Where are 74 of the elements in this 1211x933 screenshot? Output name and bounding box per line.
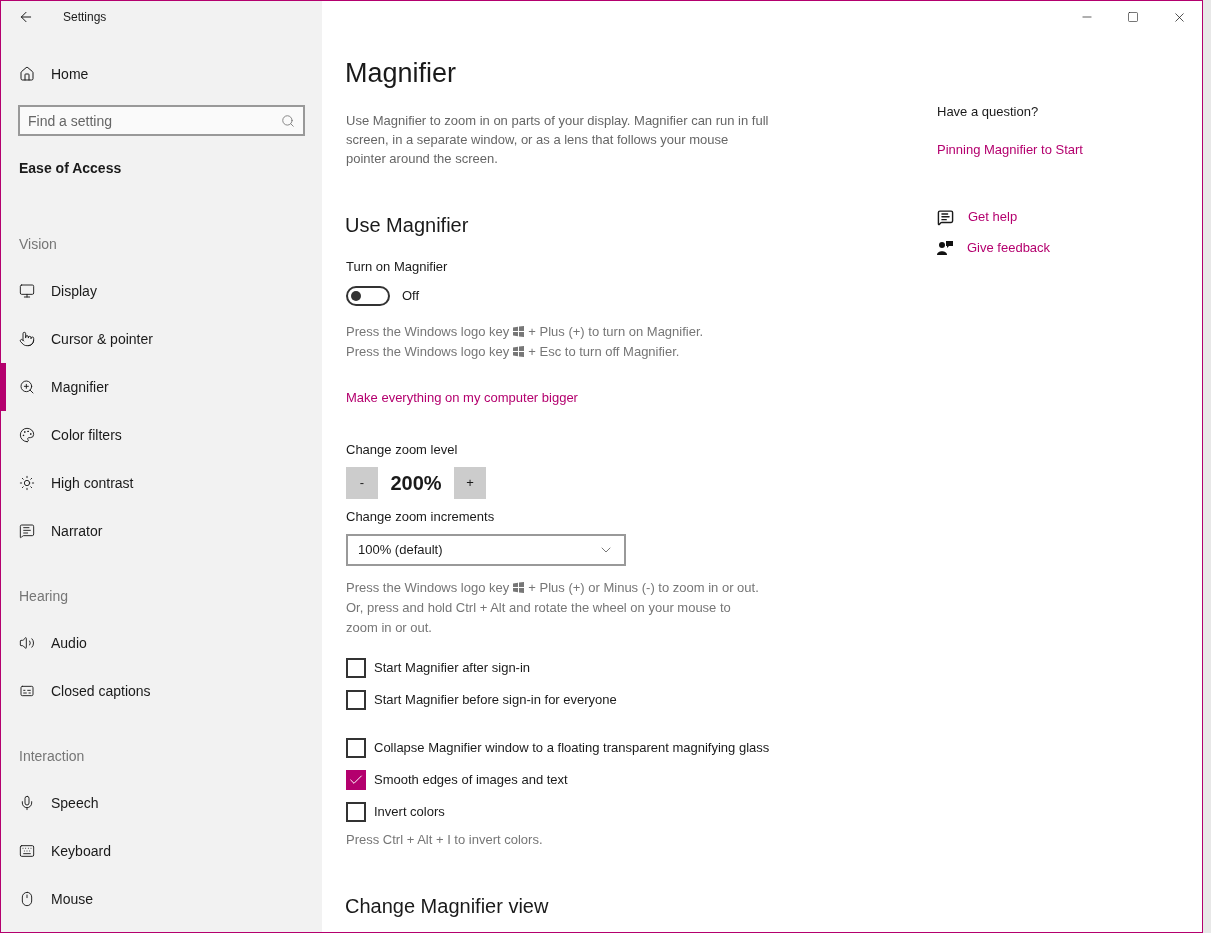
window-title: Settings (63, 9, 107, 25)
checkbox[interactable] (346, 690, 366, 710)
checkbox-label: Invert colors (374, 803, 445, 821)
checkbox[interactable] (346, 658, 366, 678)
speaker-icon (19, 635, 35, 651)
bigger-link[interactable]: Make everything on my computer bigger (346, 390, 578, 405)
help-question: Have a question? (937, 103, 1040, 121)
nav-item[interactable]: Magnifier (1, 363, 322, 411)
search-field[interactable]: Find a setting (18, 105, 305, 136)
magnifier-icon (19, 379, 35, 395)
back-arrow-icon (18, 9, 34, 25)
palette-icon (19, 427, 35, 443)
help-action-link[interactable]: Give feedback (967, 238, 1051, 258)
toggle-state: Off (402, 287, 420, 306)
increments-label: Change zoom increments (345, 508, 496, 526)
zoom-label: Change zoom level (345, 441, 459, 459)
zoom-out-button[interactable]: - (346, 467, 378, 499)
checkbox-label: Start Magnifier after sign-in (374, 659, 531, 677)
keyboard-icon (19, 843, 35, 859)
checkbox-label: Start Magnifier before sign-in for everyone (374, 691, 617, 709)
increments-dropdown[interactable]: 100% (default) (346, 534, 626, 566)
checkbox-label: Collapse Magnifier window to a floating transparent magnifying glass (374, 739, 770, 757)
nav-item[interactable]: Audio (1, 619, 322, 667)
zoom-in-button[interactable]: + (454, 467, 486, 499)
nav-item[interactable]: Narrator (1, 507, 322, 555)
person-feedback-icon (937, 240, 953, 256)
maximize-icon (1127, 11, 1139, 23)
checkbox[interactable] (346, 738, 366, 758)
nav-item[interactable]: Speech (1, 779, 322, 827)
group-heading: Hearing (19, 587, 70, 606)
hint-text: Press Ctrl + Alt + I to invert colors. (345, 831, 544, 849)
hint-text: Press the Windows logo key (346, 324, 510, 339)
windows-logo-icon (513, 346, 525, 357)
page-title: Magnifier (345, 57, 458, 90)
nav-item[interactable]: Mouse (1, 875, 322, 923)
help-action-link[interactable]: Get help (968, 207, 1018, 227)
captions-icon (19, 683, 35, 699)
nav-item[interactable]: Keyboard (1, 827, 322, 875)
hint-text: + Plus (+) or Minus (-) to zoom in or out. (528, 580, 759, 595)
home-icon (19, 66, 35, 82)
pointer-hand-icon (19, 331, 35, 347)
group-heading: Vision (19, 235, 58, 254)
section-heading: Use Magnifier (345, 213, 470, 238)
nav-item[interactable]: Closed captions (1, 667, 322, 715)
help-link[interactable]: Pinning Magnifier to Start (937, 142, 1083, 157)
windows-logo-icon (513, 326, 525, 337)
toggle-label: Turn on Magnifier (345, 258, 449, 276)
chat-help-icon (937, 208, 954, 226)
section-heading: Change Magnifier view (345, 894, 550, 919)
hint-text: Press the Windows logo key (346, 580, 510, 595)
windows-logo-icon (513, 582, 525, 593)
monitor-icon (19, 283, 35, 299)
hint-text: + Esc to turn off Magnifier. (528, 344, 680, 359)
search-icon (281, 113, 295, 128)
group-heading: Interaction (19, 747, 86, 766)
toggle-switch[interactable] (346, 286, 390, 306)
hint-text: + Plus (+) to turn on Magnifier. (528, 324, 704, 339)
search-input[interactable]: Find a setting (28, 110, 281, 131)
hint-text: Or, press and hold Ctrl + Alt and rotate the wheel on your mouse to zoom in or out. (346, 599, 732, 637)
nav-item[interactable]: Color filters (1, 411, 322, 459)
zoom-value: 200% (389, 471, 443, 496)
nav-item[interactable]: Display (1, 267, 322, 315)
microphone-icon (19, 795, 35, 811)
description: Use Magnifier to zoom in on parts of your display. Magnifier can run in full screen, in a separate window, or as a lens that follows your mouse pointer around the screen. (346, 112, 770, 168)
section-title: Ease of Access (19, 159, 123, 177)
checkbox[interactable] (346, 802, 366, 822)
home-item[interactable]: Home (1, 50, 322, 98)
sun-icon (19, 475, 35, 491)
nav-item[interactable]: High contrast (1, 459, 322, 507)
checkbox[interactable] (346, 770, 366, 790)
checkbox-label: Smooth edges of images and text (374, 771, 568, 789)
hint-text: Press the Windows logo key (346, 344, 510, 359)
nav-item[interactable]: Cursor & pointer (1, 315, 322, 363)
mouse-icon (19, 891, 35, 907)
